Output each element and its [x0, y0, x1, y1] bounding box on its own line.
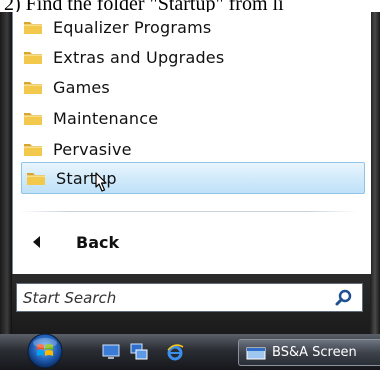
menu-item-startup[interactable]: Startup — [21, 162, 365, 194]
back-arrow-icon — [33, 236, 40, 248]
folder-icon — [24, 22, 42, 34]
start-search-box[interactable] — [16, 283, 363, 312]
taskbar-button-label: BS&A Screen — [272, 345, 357, 360]
switch-windows-icon[interactable] — [130, 343, 148, 361]
folder-icon — [27, 173, 45, 185]
folder-icon — [24, 113, 42, 125]
back-label: Back — [76, 232, 120, 252]
folder-icon — [24, 82, 42, 94]
menu-item-pervasive[interactable]: Pervasive — [19, 135, 371, 163]
internet-explorer-icon[interactable] — [166, 343, 184, 361]
folder-icon — [24, 52, 42, 64]
show-desktop-icon[interactable] — [102, 343, 120, 361]
menu-item-label: Pervasive — [53, 139, 132, 159]
app-window-icon — [246, 347, 266, 359]
menu-item-label: Games — [53, 77, 110, 97]
menu-separator — [18, 211, 358, 212]
menu-item-label: Extras and Upgrades — [53, 47, 225, 67]
windows-start-orb-icon[interactable] — [20, 333, 70, 369]
taskbar-button-bsa-screen[interactable]: BS&A Screen — [238, 339, 380, 366]
start-menu-left-frame — [0, 12, 12, 334]
menu-item-label: Maintenance — [53, 108, 159, 128]
start-menu-right-frame — [370, 12, 380, 334]
search-icon[interactable] — [334, 288, 354, 308]
menu-item-label: Equalizer Programs — [53, 17, 212, 37]
search-input[interactable] — [23, 288, 323, 307]
folder-icon — [24, 144, 42, 156]
mouse-pointer-icon — [95, 172, 107, 192]
menu-item-extras-and-upgrades[interactable]: Extras and Upgrades — [19, 43, 371, 71]
menu-item-equalizer-programs[interactable]: Equalizer Programs — [19, 13, 371, 41]
menu-item-games[interactable]: Games — [19, 73, 371, 101]
back-button[interactable]: Back — [20, 229, 220, 255]
menu-item-maintenance[interactable]: Maintenance — [19, 104, 371, 132]
